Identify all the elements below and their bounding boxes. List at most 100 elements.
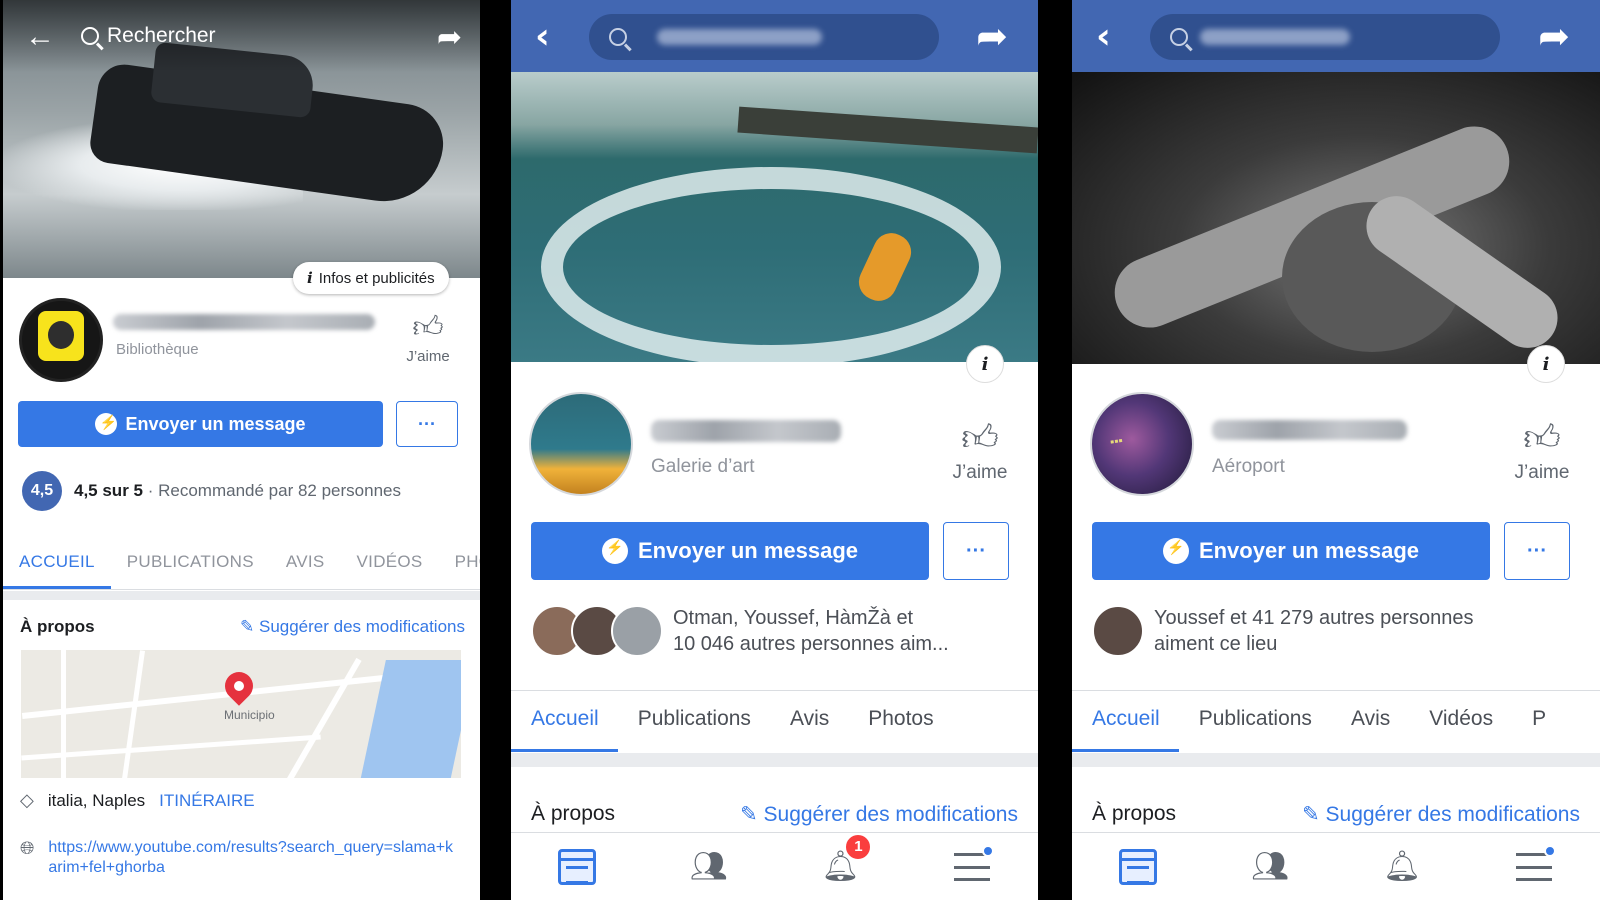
suggest-edits-link[interactable]: ✎ Suggérer des modifications — [1302, 802, 1580, 827]
rating-recommendation: · Recommandé par 82 personnes — [143, 481, 401, 500]
send-message-button[interactable]: Envoyer un message — [18, 401, 383, 447]
map-pin-icon — [219, 666, 259, 706]
globe-icon: 🌐︎ — [20, 838, 35, 858]
search-query-blurred — [1200, 29, 1350, 45]
back-chevron-icon[interactable]: ‹ — [535, 16, 550, 57]
notification-badge: 1 — [844, 832, 873, 861]
tab-accueil[interactable]: ACCUEIL — [3, 540, 111, 589]
like-label: J’aime — [1514, 462, 1570, 483]
more-button[interactable]: ··· — [943, 522, 1009, 580]
pencil-icon: ✎ — [740, 803, 758, 826]
friend-avatar — [1092, 605, 1144, 657]
like-label: J’aime — [952, 462, 1008, 483]
back-arrow-icon[interactable]: ← — [25, 22, 55, 52]
tab-publications[interactable]: PUBLICATIONS — [111, 540, 270, 589]
friends-like-row[interactable]: Otman, Youssef, HàmŽà et 10 046 autres p… — [531, 605, 949, 657]
info-icon[interactable]: i — [966, 345, 1004, 383]
nav-menu[interactable] — [1512, 844, 1556, 889]
friends-like-line1: Otman, Youssef, HàmŽà et — [673, 607, 914, 629]
tab-photos[interactable]: P — [1512, 692, 1565, 752]
website-link[interactable]: https://www.youtube.com/results?search_q… — [48, 838, 458, 878]
menu-icon — [954, 852, 991, 881]
nav-notifications[interactable]: 🔔︎ — [1380, 845, 1424, 889]
tab-accueil[interactable]: Accueil — [511, 692, 618, 752]
search-field[interactable]: Rechercher — [81, 24, 216, 48]
friend-avatars — [1092, 605, 1144, 657]
nav-menu[interactable] — [950, 844, 995, 889]
share-icon[interactable]: ➦ — [976, 14, 1008, 59]
tab-photos[interactable]: Photos — [848, 692, 952, 752]
friends-like-row[interactable]: Youssef et 41 279 autres personnes aimen… — [1092, 605, 1474, 657]
avatar[interactable]: ▪▪▪ — [1090, 392, 1194, 496]
avatar-graphic: ▪▪▪ — [1109, 433, 1124, 449]
nav-feed[interactable] — [555, 845, 599, 889]
search-icon — [609, 28, 627, 46]
send-message-label: Envoyer un message — [637, 538, 859, 563]
nav-notifications[interactable]: 🔔︎ 1 — [818, 832, 873, 889]
map-road — [21, 734, 321, 761]
location-row: ◇ italia, Naples ITINÉRAIRE — [20, 790, 255, 811]
about-title: À propos — [531, 802, 616, 825]
like-button[interactable]: 👍︎ J’aime — [944, 418, 1016, 484]
like-button[interactable]: 👍︎ J’aime — [398, 311, 458, 366]
more-button[interactable]: ··· — [1504, 522, 1570, 580]
cover-photo[interactable] — [511, 72, 1038, 362]
tab-avis[interactable]: Avis — [1331, 692, 1409, 752]
section-divider — [511, 753, 1038, 767]
suggest-edits-link[interactable]: ✎ Suggérer des modifications — [740, 802, 1018, 827]
friends-like-line2: aiment ce lieu — [1154, 633, 1278, 655]
avatar-face — [48, 321, 74, 349]
location-map[interactable]: Municipio — [21, 650, 461, 778]
cover-pier — [737, 106, 1038, 154]
thumbs-up-icon: 👍︎ — [961, 417, 999, 458]
nav-friends[interactable]: 👥︎ — [687, 845, 731, 889]
page-tabs: Accueil Publications Avis Photos — [511, 692, 1038, 752]
itinerary-link[interactable]: ITINÉRAIRE — [159, 791, 254, 811]
friends-like-line1: Youssef et 41 279 autres personnes — [1154, 607, 1474, 629]
bottom-nav: 👥︎ 🔔︎ — [1072, 832, 1600, 900]
page-screen-art-gallery: ‹ ➦ i Galerie d’art 👍︎ J’aime Envoyer un… — [511, 0, 1038, 900]
rating-text: 4,5 sur 5 · Recommandé par 82 personnes — [74, 481, 401, 501]
share-icon[interactable]: ➦ — [437, 20, 462, 55]
cover-photo[interactable] — [1072, 72, 1600, 364]
send-message-button[interactable]: Envoyer un message — [531, 522, 929, 580]
tab-publications[interactable]: Publications — [618, 692, 770, 752]
tab-avis[interactable]: AVIS — [270, 540, 341, 589]
tab-videos[interactable]: VIDÉOS — [341, 540, 439, 589]
friends-icon: 👥︎ — [1250, 850, 1290, 883]
more-button[interactable]: ··· — [396, 401, 458, 447]
tab-avis[interactable]: Avis — [770, 692, 848, 752]
top-bar: ‹ ➦ — [511, 0, 1038, 72]
tab-publications[interactable]: Publications — [1179, 692, 1331, 752]
infos-ads-button[interactable]: i Infos et publicités — [293, 262, 449, 294]
rating-badge: 4,5 — [22, 471, 62, 511]
map-road — [61, 650, 66, 778]
tab-videos[interactable]: Vidéos — [1409, 692, 1512, 752]
divider — [511, 690, 1038, 691]
nav-feed[interactable] — [1116, 845, 1160, 889]
search-icon — [81, 27, 99, 45]
bell-icon: 🔔︎ — [1382, 850, 1422, 883]
rating-row[interactable]: 4,5 4,5 sur 5 · Recommandé par 82 person… — [22, 471, 401, 511]
info-icon[interactable]: i — [1527, 345, 1565, 383]
thumbs-up-icon: 👍︎ — [412, 311, 444, 344]
menu-dot — [1544, 844, 1556, 857]
top-bar: ‹ ➦ — [1072, 0, 1600, 72]
send-message-button[interactable]: Envoyer un message — [1092, 522, 1490, 580]
avatar[interactable] — [19, 298, 103, 382]
about-title: À propos — [20, 617, 95, 636]
share-icon[interactable]: ➦ — [1538, 14, 1570, 59]
like-button[interactable]: 👍︎ J’aime — [1506, 418, 1578, 484]
search-placeholder: Rechercher — [107, 24, 216, 47]
tab-accueil[interactable]: Accueil — [1072, 692, 1179, 752]
page-tabs: Accueil Publications Avis Vidéos P — [1072, 692, 1600, 752]
search-field[interactable] — [1150, 14, 1500, 60]
back-chevron-icon[interactable]: ‹ — [1096, 16, 1111, 57]
tab-photos[interactable]: PHO — [439, 540, 480, 589]
suggest-edits-link[interactable]: ✎ Suggérer des modifications — [240, 617, 465, 637]
menu-dot — [982, 844, 995, 857]
avatar[interactable] — [529, 392, 633, 496]
search-field[interactable] — [589, 14, 939, 60]
thumbs-up-icon: 👍︎ — [1523, 417, 1561, 458]
nav-friends[interactable]: 👥︎ — [1248, 845, 1292, 889]
